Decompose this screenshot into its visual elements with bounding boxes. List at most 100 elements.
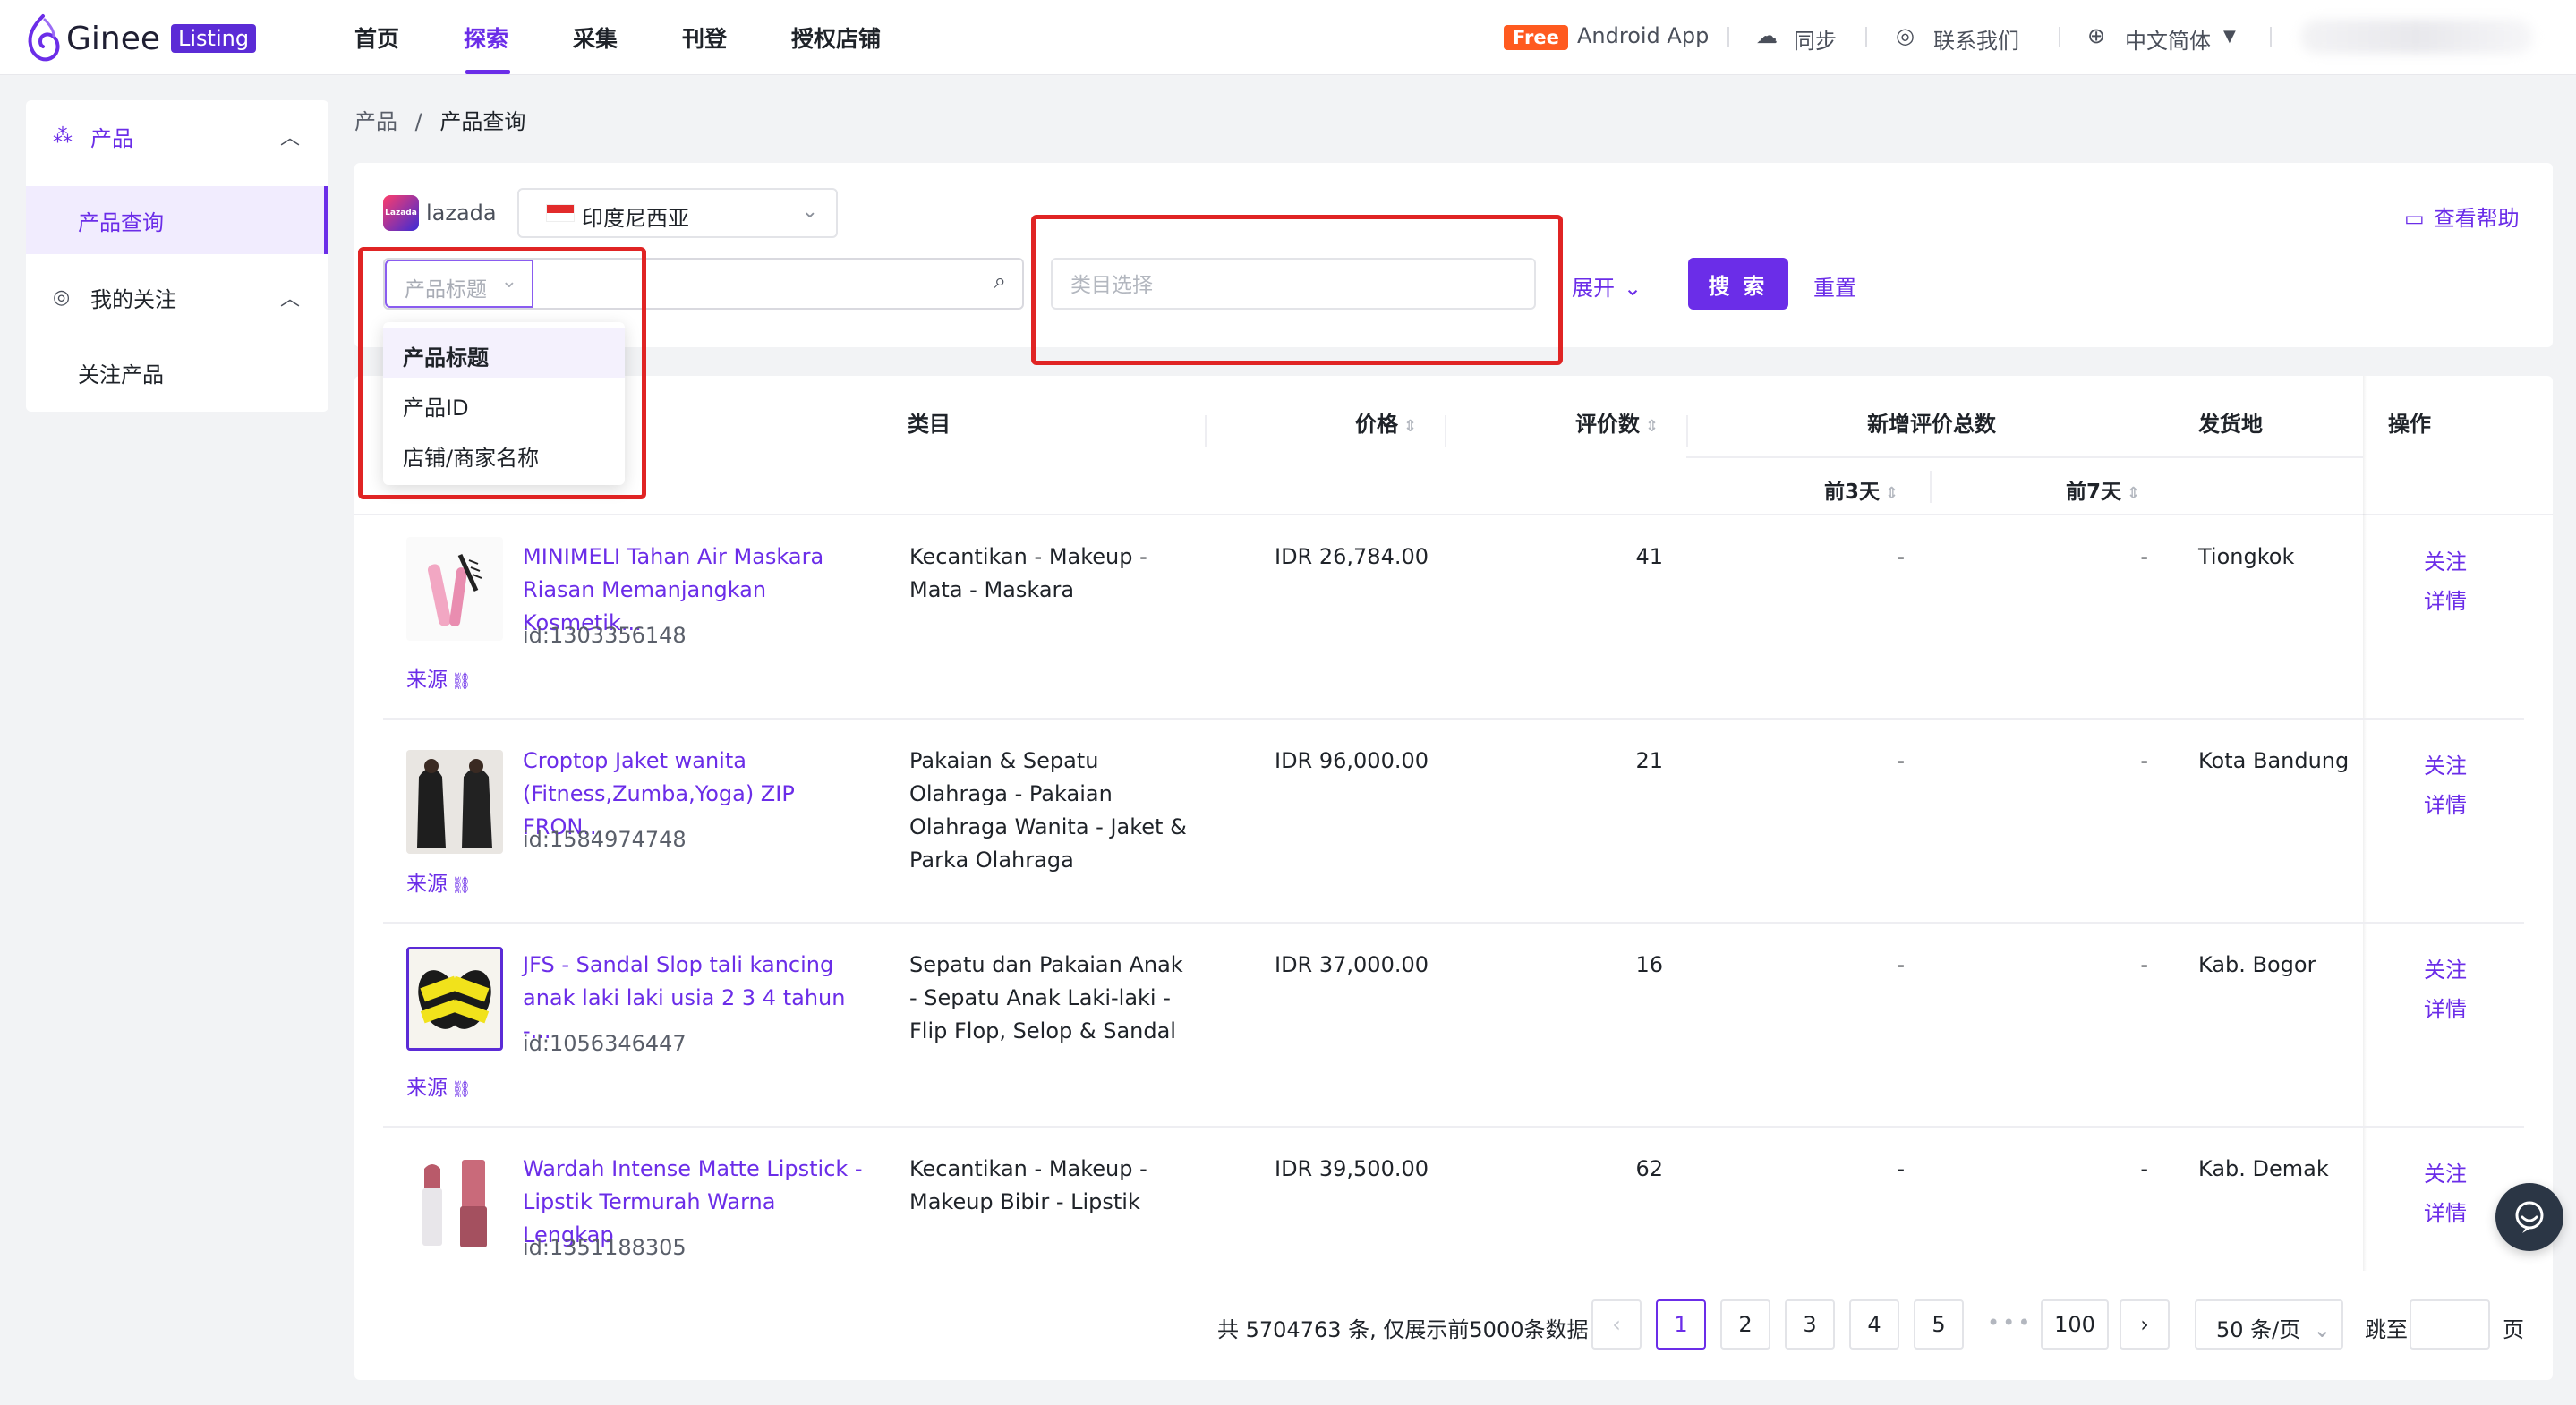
- chevron-down-icon: ⌄: [2313, 1317, 2332, 1342]
- logo-text: Ginee: [66, 20, 161, 57]
- sidebar-item-product-query[interactable]: 产品查询: [26, 186, 328, 254]
- header-price[interactable]: 价格 ⇕: [1355, 406, 1417, 438]
- row-divider: [383, 718, 2524, 720]
- language-select[interactable]: 中文简体: [2125, 23, 2211, 55]
- divider: [1865, 27, 1867, 47]
- header-reviews-label: 评价数: [1575, 412, 1640, 437]
- source-link[interactable]: 来源 ⛓: [406, 866, 472, 897]
- nav-explore[interactable]: 探索: [464, 21, 508, 54]
- detail-button[interactable]: 详情: [2424, 788, 2467, 819]
- new-reviews-3d: -: [1897, 952, 1905, 977]
- follow-button[interactable]: 关注: [2424, 952, 2467, 984]
- nav-home[interactable]: 首页: [354, 21, 399, 54]
- ginee-logo-icon: [28, 14, 60, 62]
- header-divider: [1686, 456, 2363, 458]
- chevron-up-icon: ︿: [279, 127, 300, 149]
- nav-authorized-stores[interactable]: 授权店铺: [791, 21, 881, 54]
- header-new-7d[interactable]: 前7天 ⇕: [2066, 474, 2140, 505]
- book-icon: ▭: [2404, 206, 2425, 231]
- sidebar-item-label: 产品查询: [78, 209, 164, 235]
- header-operations: 操作: [2388, 412, 2431, 437]
- source-link[interactable]: 来源 ⛓: [406, 1070, 472, 1101]
- country-select[interactable]: 印度尼西亚 ⌄: [517, 188, 838, 238]
- sandal-image: [409, 949, 500, 1048]
- product-id: id:1584974748: [523, 827, 687, 852]
- new-reviews-7d: -: [2140, 952, 2148, 977]
- divider: [2270, 27, 2272, 47]
- free-badge[interactable]: Free: [1504, 25, 1568, 50]
- cloud-sync-icon[interactable]: ☁: [1756, 23, 1778, 48]
- product-id: id:1351188305: [523, 1235, 687, 1260]
- globe-icon[interactable]: ⊕: [2087, 23, 2105, 48]
- header-category: 类目: [908, 412, 951, 437]
- page-button-2[interactable]: 2: [1720, 1299, 1770, 1350]
- search-button[interactable]: 搜 索: [1688, 258, 1788, 310]
- product-image[interactable]: [406, 1153, 503, 1256]
- contact-link[interactable]: 联系我们: [1933, 23, 2019, 55]
- header-reviews[interactable]: 评价数 ⇕: [1575, 406, 1659, 438]
- detail-button[interactable]: 详情: [2424, 992, 2467, 1023]
- pagination-ellipsis[interactable]: •••: [1987, 1310, 2033, 1335]
- breadcrumb: 产品 / 产品查询: [354, 104, 525, 135]
- user-menu[interactable]: [2300, 20, 2533, 54]
- help-link[interactable]: ▭ 查看帮助: [2404, 200, 2520, 232]
- prev-page-button[interactable]: ‹: [1591, 1299, 1642, 1350]
- page-button-3[interactable]: 3: [1785, 1299, 1835, 1350]
- sidebar-group-product[interactable]: ⁂ 产品 ︿: [26, 100, 328, 172]
- search-icon[interactable]: ⌕: [994, 268, 1006, 294]
- reset-button[interactable]: 重置: [1813, 270, 1856, 302]
- nav-collect[interactable]: 采集: [573, 21, 618, 54]
- new-reviews-7d: -: [2140, 544, 2148, 569]
- jump-page-input[interactable]: [2410, 1299, 2490, 1350]
- android-app-link[interactable]: Android App: [1577, 23, 1709, 48]
- page-button-1[interactable]: 1: [1656, 1299, 1706, 1350]
- new-reviews-3d: -: [1897, 1156, 1905, 1181]
- product-image[interactable]: [406, 750, 503, 854]
- follow-button[interactable]: 关注: [2424, 748, 2467, 779]
- sort-icon: ⇕: [1885, 484, 1899, 503]
- new-reviews-7d: -: [2140, 748, 2148, 773]
- detail-button[interactable]: 详情: [2424, 583, 2467, 615]
- ship-from: Kota Bandung: [2198, 748, 2350, 773]
- page-size-select[interactable]: 50 条/页 ⌄: [2195, 1299, 2343, 1350]
- sidebar-group-my-follow[interactable]: ◎ 我的关注 ︿: [26, 261, 328, 333]
- follow-button[interactable]: 关注: [2424, 544, 2467, 575]
- product-image[interactable]: [406, 947, 503, 1051]
- follow-button[interactable]: 关注: [2424, 1156, 2467, 1188]
- chat-support-button[interactable]: [2495, 1183, 2563, 1251]
- product-category: Sepatu dan Pakaian Anak - Sepatu Anak La…: [909, 952, 1183, 1043]
- highlight-box-search-type: [358, 247, 646, 499]
- detail-button[interactable]: 详情: [2424, 1196, 2467, 1227]
- fixed-column-shadow: [2363, 376, 2367, 1271]
- page-button-last[interactable]: 100: [2041, 1299, 2109, 1350]
- page-button-4[interactable]: 4: [1849, 1299, 1899, 1350]
- breadcrumb-parent[interactable]: 产品: [354, 109, 397, 134]
- ship-from: Kab. Bogor: [2198, 952, 2316, 977]
- target-icon: ◎: [53, 285, 71, 309]
- column-separator: [1205, 415, 1207, 447]
- nav-publish[interactable]: 刊登: [682, 21, 727, 54]
- ginee-logo[interactable]: Ginee Listing: [23, 13, 257, 64]
- mascara-image: [427, 553, 482, 626]
- country-value: 印度尼西亚: [582, 206, 689, 231]
- caret-down-icon[interactable]: ▼: [2223, 27, 2236, 46]
- chevron-up-icon: ︿: [279, 288, 300, 311]
- sort-icon: ⇕: [1645, 417, 1659, 436]
- jacket-image: [406, 750, 503, 854]
- sidebar-item-followed-products[interactable]: 关注产品: [26, 338, 328, 406]
- sync-link[interactable]: 同步: [1794, 23, 1837, 55]
- product-icon: ⁂: [53, 124, 73, 148]
- double-chevron-down-icon: ⌄: [1624, 276, 1642, 301]
- indonesia-flag-icon: [546, 204, 575, 222]
- product-category: Pakaian & Sepatu Olahraga - Pakaian Olah…: [909, 748, 1187, 873]
- product-image[interactable]: [406, 537, 503, 641]
- headset-icon[interactable]: ◎: [1896, 23, 1915, 48]
- source-label: 来源: [406, 873, 448, 896]
- header-new-7d-label: 前7天: [2066, 481, 2122, 504]
- header-new-3d[interactable]: 前3天 ⇕: [1824, 474, 1898, 505]
- page-button-5[interactable]: 5: [1914, 1299, 1964, 1350]
- next-page-button[interactable]: ›: [2120, 1299, 2170, 1350]
- source-link[interactable]: 来源 ⛓: [406, 662, 472, 693]
- help-label: 查看帮助: [2433, 206, 2520, 231]
- expand-filters-link[interactable]: 展开 ⌄: [1572, 270, 1642, 302]
